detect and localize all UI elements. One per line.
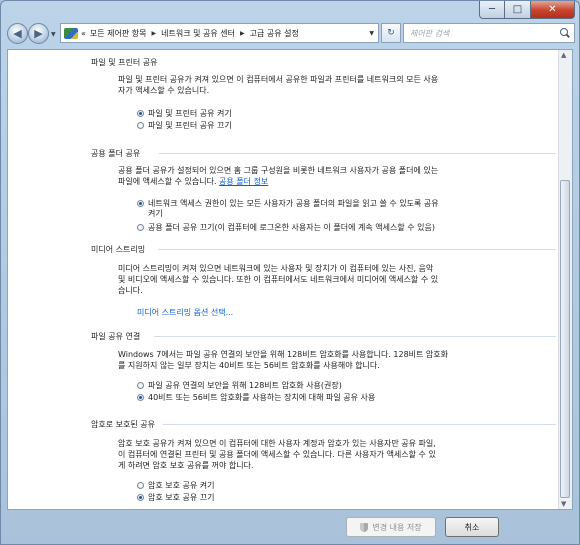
- radio-unselected-icon[interactable]: [137, 382, 144, 389]
- window-controls: ─ □ ✕: [479, 1, 575, 19]
- maximize-button[interactable]: □: [505, 1, 531, 19]
- breadcrumb-separator-icon[interactable]: ▶: [152, 30, 157, 37]
- section-desc-media-streaming: 미디어 스트리밍이 켜져 있으면 네트워크에 있는 사용자 및 장치가 이 컴퓨…: [118, 264, 439, 295]
- public-folder-info-link[interactable]: 공용 폴더 정보: [219, 177, 268, 186]
- radio-unselected-icon[interactable]: [137, 122, 144, 129]
- close-button[interactable]: ✕: [531, 1, 575, 19]
- refresh-button[interactable]: ↻: [381, 23, 401, 43]
- section-desc-file-sharing-connection: Windows 7에서는 파일 공유 연결의 보안을 위해 128비트 암호화를…: [118, 350, 449, 370]
- radio-public-folder-off[interactable]: 공용 폴더 공유 끄기(이 컴퓨터에 로그온한 사용자는 이 폴더에 계속 액세…: [137, 223, 517, 233]
- section-title-public-folder: 공용 폴더 공유: [91, 149, 141, 158]
- search-input[interactable]: [403, 23, 575, 43]
- radio-encryption-40-56[interactable]: 40비트 또는 56비트 암호화를 사용하는 장치에 대해 파일 공유 사용: [137, 393, 517, 403]
- back-arrow-icon: ◀: [13, 27, 22, 40]
- save-changes-button[interactable]: 변경 내용 저장: [346, 517, 436, 537]
- section-desc-file-printer: 파일 및 프린터 공유가 켜져 있으면 이 컴퓨터에서 공유한 파일과 프린터를…: [118, 75, 439, 95]
- radio-unselected-icon[interactable]: [137, 482, 144, 489]
- scrollbar-thumb[interactable]: [560, 180, 570, 498]
- address-dropdown-icon[interactable]: ▼: [369, 30, 374, 37]
- vertical-scrollbar[interactable]: ▲ ▼: [558, 50, 572, 509]
- section-divider: [158, 249, 556, 250]
- radio-unselected-icon[interactable]: [137, 224, 144, 231]
- media-streaming-options-link[interactable]: 미디어 스트리밍 옵션 선택...: [137, 307, 233, 318]
- section-title-file-printer: 파일 및 프린터 공유: [91, 58, 158, 67]
- section-desc-password-protected: 암호 보호 공유가 켜져 있으면 이 컴퓨터에 대한 사용자 계정과 암호가 있…: [118, 439, 436, 470]
- section-title-file-sharing-connection: 파일 공유 연결: [91, 332, 141, 341]
- navigation-bar: ◀ ▶ ▼ « 모든 제어판 항목 ▶ 네트워크 및 공유 센터 ▶ 고급 공유…: [7, 22, 575, 46]
- radio-password-protection-on[interactable]: 암호 보호 공유 켜기: [137, 481, 517, 491]
- scroll-up-icon[interactable]: ▲: [561, 51, 566, 59]
- section-title-password-protected: 암호로 보호된 공유: [91, 420, 155, 429]
- forward-button[interactable]: ▶: [28, 23, 49, 44]
- breadcrumb-item-network-center[interactable]: 네트워크 및 공유 센터: [161, 28, 235, 39]
- radio-selected-icon[interactable]: [137, 394, 144, 401]
- settings-content: 파일 및 프린터 공유 파일 및 프린터 공유가 켜져 있으면 이 컴퓨터에서 …: [7, 49, 573, 510]
- section-desc-public-folder: 공용 폴더 공유가 설정되어 있으면 홈 그룹 구성원을 비롯한 네트워크 사용…: [118, 166, 439, 186]
- section-divider: [163, 424, 556, 425]
- control-panel-icon: [64, 27, 78, 39]
- section-divider: [159, 153, 556, 154]
- breadcrumb-item-all-control-panel[interactable]: 모든 제어판 항목: [90, 28, 147, 39]
- radio-selected-icon[interactable]: [137, 494, 144, 501]
- section-title-media-streaming: 미디어 스트리밍: [91, 245, 146, 254]
- recent-pages-dropdown[interactable]: ▼: [51, 31, 56, 38]
- back-button[interactable]: ◀: [7, 23, 28, 44]
- radio-file-printer-on[interactable]: 파일 및 프린터 공유 켜기: [137, 109, 517, 119]
- address-bar[interactable]: « 모든 제어판 항목 ▶ 네트워크 및 공유 센터 ▶ 고급 공유 설정 ▼: [60, 23, 379, 43]
- radio-file-printer-off[interactable]: 파일 및 프린터 공유 끄기: [137, 121, 517, 131]
- shield-icon: [360, 522, 369, 532]
- forward-arrow-icon: ▶: [34, 27, 43, 40]
- search-icon[interactable]: [560, 28, 568, 36]
- window-frame: ─ □ ✕ ◀ ▶ ▼ « 모든 제어판 항목 ▶ 네트워크 및 공유 센터 ▶…: [0, 0, 580, 545]
- radio-selected-icon[interactable]: [137, 110, 144, 117]
- radio-password-protection-off[interactable]: 암호 보호 공유 끄기: [137, 493, 517, 503]
- refresh-icon: ↻: [387, 28, 395, 38]
- radio-public-folder-on[interactable]: 네트워크 액세스 권한이 있는 모든 사용자가 공용 폴더의 파일을 읽고 쓸 …: [137, 199, 517, 219]
- scroll-down-icon[interactable]: ▼: [561, 500, 566, 508]
- section-divider: [154, 336, 556, 337]
- breadcrumb-item-advanced-sharing[interactable]: 고급 공유 설정: [250, 28, 299, 39]
- cancel-button[interactable]: 취소: [445, 517, 499, 537]
- breadcrumb-separator-icon[interactable]: ▶: [240, 30, 245, 37]
- breadcrumb-overflow[interactable]: «: [81, 29, 86, 38]
- radio-encryption-128[interactable]: 파일 공유 연결의 보안을 위해 128비트 암호화 사용(권장): [137, 381, 517, 391]
- minimize-button[interactable]: ─: [479, 1, 505, 19]
- radio-selected-icon[interactable]: [137, 200, 144, 207]
